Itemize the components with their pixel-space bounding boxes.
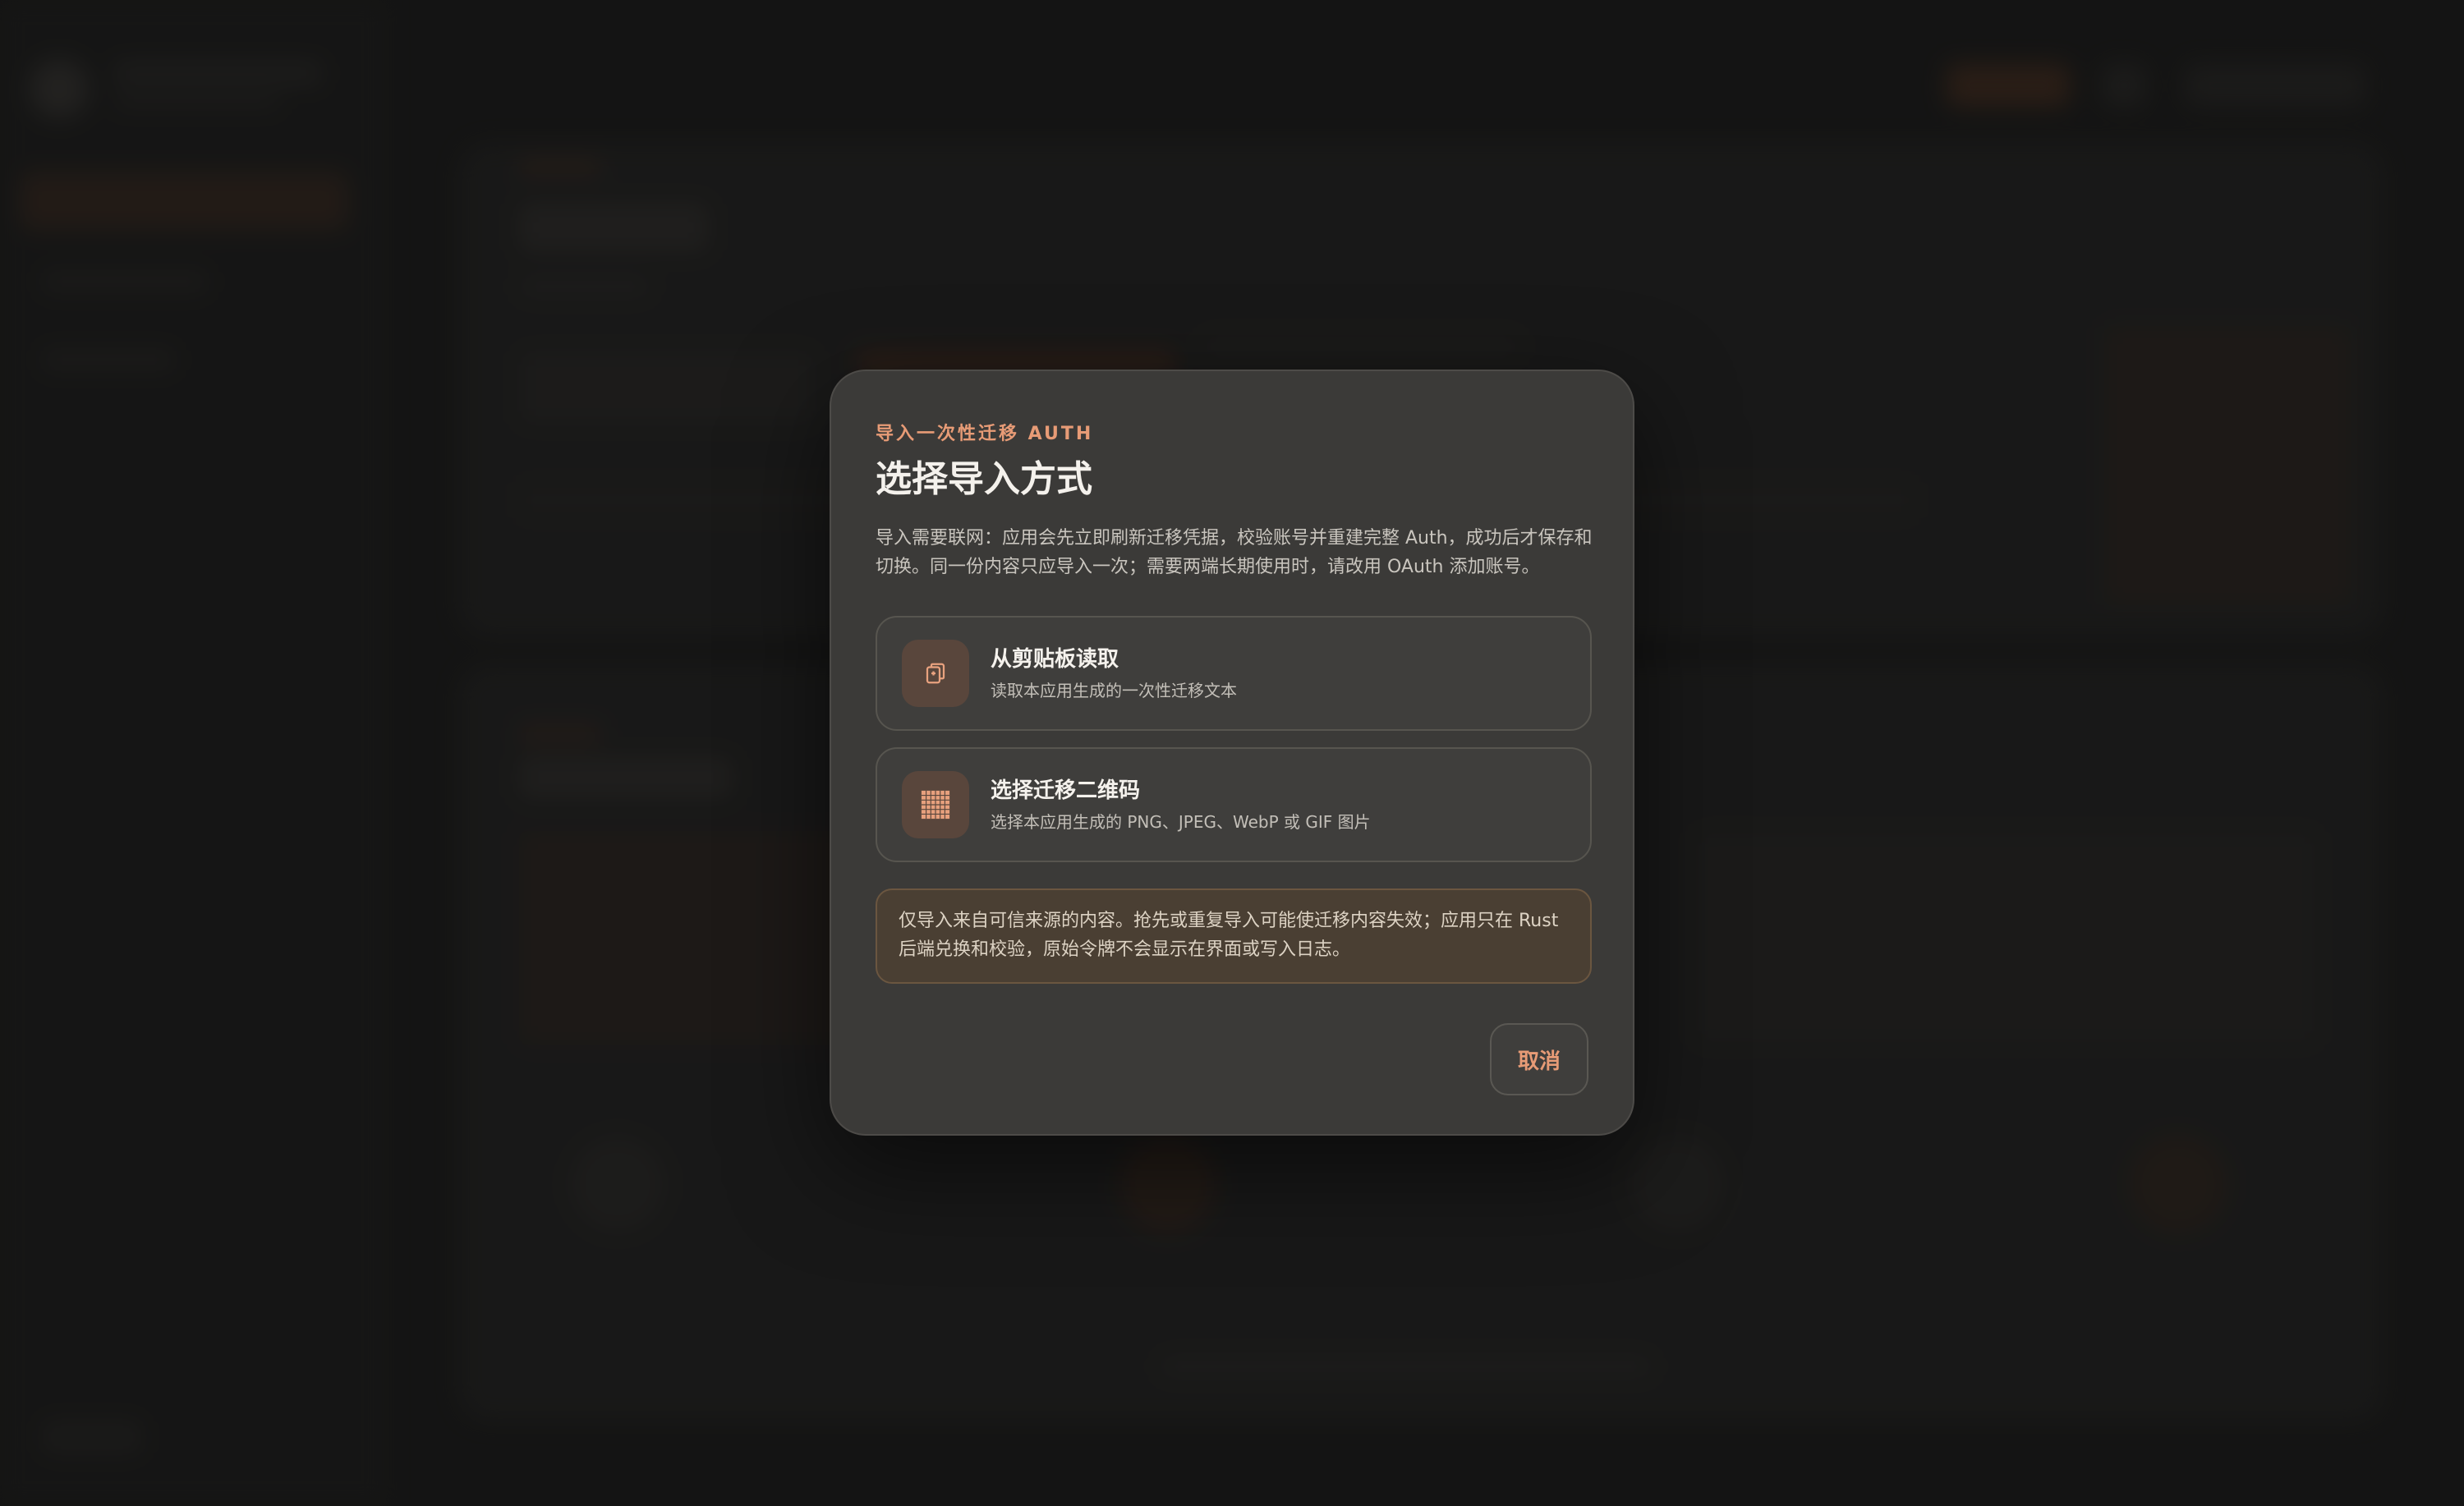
option-title: 选择迁移二维码 <box>991 778 1141 803</box>
option-title: 从剪贴板读取 <box>991 647 1119 672</box>
option-subtitle: 读取本应用生成的一次性迁移文本 <box>991 681 1237 700</box>
select-qr-code-option[interactable]: 选择迁移二维码 选择本应用生成的 PNG、JPEG、WebP 或 GIF 图片 <box>876 747 1592 862</box>
dialog-title: 选择导入方式 <box>876 458 1092 500</box>
dialog-eyebrow: 导入一次性迁移 AUTH <box>876 424 1094 444</box>
security-warning: 仅导入来自可信来源的内容。抢先或重复导入可能使迁移内容失效；应用只在 Rust … <box>876 888 1592 984</box>
import-method-dialog: 导入一次性迁移 AUTH 选择导入方式 导入需要联网：应用会先立即刷新迁移凭据，… <box>830 370 1634 1136</box>
dialog-description: 导入需要联网：应用会先立即刷新迁移凭据，校验账号并重建完整 Auth，成功后才保… <box>876 528 1593 577</box>
clipboard-icon <box>902 640 969 707</box>
option-subtitle: 选择本应用生成的 PNG、JPEG、WebP 或 GIF 图片 <box>991 812 1371 832</box>
import-from-clipboard-option[interactable]: 从剪贴板读取 读取本应用生成的一次性迁移文本 <box>876 616 1592 731</box>
cancel-button[interactable]: 取消 <box>1490 1023 1588 1095</box>
qr-code-icon <box>902 771 969 838</box>
